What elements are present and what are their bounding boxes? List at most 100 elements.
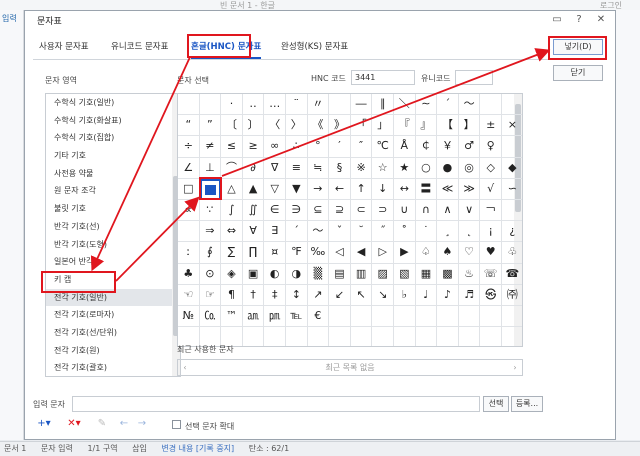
char-cell[interactable]: ¤ bbox=[264, 242, 286, 264]
char-cell[interactable] bbox=[437, 306, 459, 328]
char-cell[interactable]: ♪ bbox=[437, 284, 459, 306]
char-cell[interactable]: ♨ bbox=[458, 263, 481, 285]
char-cell[interactable]: ▽ bbox=[264, 178, 286, 200]
edit-icon[interactable]: ✎ bbox=[95, 416, 109, 432]
tab-unicode-charmap[interactable]: 유니코드 문자표 bbox=[111, 37, 168, 57]
char-cell[interactable]: ♡ bbox=[458, 242, 481, 264]
char-cell[interactable] bbox=[264, 327, 286, 346]
char-cell[interactable]: € bbox=[307, 306, 330, 328]
status-track-changes[interactable]: 변경 내용 [기록 중지] bbox=[161, 444, 234, 453]
char-cell[interactable] bbox=[351, 327, 373, 346]
char-cell[interactable] bbox=[502, 200, 522, 222]
char-cell[interactable]: 【 bbox=[437, 115, 459, 137]
char-cell[interactable]: ∼ bbox=[415, 94, 438, 116]
char-cell[interactable]: ↖ bbox=[350, 284, 373, 306]
char-cell[interactable]: ¸ bbox=[437, 221, 459, 243]
char-cell[interactable]: § bbox=[329, 157, 351, 179]
char-cell[interactable]: ▶ bbox=[394, 242, 416, 264]
char-cell[interactable]: ☆ bbox=[372, 157, 394, 179]
char-cell[interactable]: ∇ bbox=[264, 157, 286, 179]
char-cell[interactable]: ㈜ bbox=[502, 285, 522, 306]
char-cell[interactable] bbox=[178, 94, 200, 116]
char-cell[interactable]: ≫ bbox=[458, 178, 481, 200]
char-cell[interactable]: ⊃ bbox=[372, 200, 394, 222]
area-list[interactable]: 수학식 기호(일반) 수학식 기호(화살표) 수학식 기호(집합) 기타 기호 사전용 … bbox=[45, 93, 181, 377]
char-cell[interactable]: ☏ bbox=[480, 263, 502, 285]
char-cell[interactable]: △ bbox=[221, 178, 243, 200]
char-cell[interactable]: ↙ bbox=[329, 284, 351, 306]
app-input-tab[interactable]: 입력 bbox=[0, 10, 23, 28]
char-cell[interactable]: × bbox=[502, 115, 522, 137]
char-cell[interactable]: ⊂ bbox=[350, 200, 373, 222]
char-cell[interactable]: ▼ bbox=[286, 178, 308, 200]
char-cell[interactable]: ∋ bbox=[286, 200, 308, 222]
close-icon[interactable]: ✕ bbox=[593, 12, 609, 28]
char-cell[interactable]: ← bbox=[329, 178, 351, 200]
char-cell[interactable] bbox=[199, 94, 222, 116]
char-cell[interactable]: ‰ bbox=[307, 242, 330, 264]
char-cell[interactable]: ⊆ bbox=[307, 200, 330, 222]
char-cell[interactable]: ▷ bbox=[372, 242, 394, 264]
char-cell[interactable]: ▥ bbox=[350, 263, 373, 285]
char-cell[interactable]: ± bbox=[480, 115, 502, 137]
char-cell[interactable]: ◆ bbox=[502, 158, 522, 179]
char-cell[interactable]: 》 bbox=[329, 115, 351, 137]
char-cell[interactable]: ▦ bbox=[415, 263, 438, 285]
char-cell[interactable]: ♣ bbox=[178, 263, 200, 285]
char-cell[interactable] bbox=[350, 306, 373, 328]
char-cell[interactable]: ≤ bbox=[221, 136, 243, 158]
char-cell[interactable]: № bbox=[178, 306, 200, 328]
char-cell[interactable] bbox=[437, 327, 459, 346]
char-cell[interactable]: · bbox=[221, 94, 243, 116]
char-cell[interactable]: ▣ bbox=[242, 263, 265, 285]
char-cell[interactable]: ℉ bbox=[286, 242, 308, 264]
char-cell[interactable]: ∨ bbox=[458, 200, 481, 222]
char-cell[interactable]: ～ bbox=[307, 221, 330, 243]
tab-ks-charmap[interactable]: 완성형(KS) 문자표 bbox=[281, 37, 348, 57]
char-cell[interactable]: ● bbox=[437, 157, 459, 179]
enlarge-checkbox[interactable] bbox=[172, 420, 181, 429]
char-cell[interactable]: ″ bbox=[350, 136, 373, 158]
char-cell[interactable]: 《 bbox=[307, 115, 330, 137]
char-cell[interactable]: ∴ bbox=[286, 136, 308, 158]
arrow-right-icon[interactable]: → bbox=[135, 416, 149, 432]
char-cell[interactable] bbox=[178, 221, 200, 243]
char-cell[interactable]: ≥ bbox=[242, 136, 265, 158]
char-cell[interactable]: ˛ bbox=[458, 221, 481, 243]
char-cell[interactable]: ™ bbox=[221, 306, 243, 328]
char-cell[interactable]: ◎ bbox=[458, 157, 481, 179]
area-item[interactable]: 반각 기호(선) bbox=[46, 218, 180, 236]
char-cell[interactable] bbox=[243, 327, 265, 346]
char-cell[interactable]: → bbox=[307, 178, 330, 200]
unicode-field[interactable] bbox=[455, 70, 493, 85]
char-cell[interactable]: ∧ bbox=[437, 200, 459, 222]
char-cell[interactable]: ∏ bbox=[242, 242, 265, 264]
char-cell[interactable] bbox=[480, 94, 502, 116]
char-cell[interactable]: ◈ bbox=[221, 263, 243, 285]
char-cell[interactable]: ∮ bbox=[199, 242, 222, 264]
char-cell[interactable]: ≪ bbox=[437, 178, 459, 200]
char-cell[interactable]: ↘ bbox=[372, 284, 394, 306]
char-cell[interactable]: ↔ bbox=[394, 178, 416, 200]
register-button[interactable]: 등록... bbox=[511, 396, 543, 412]
char-cell[interactable]: ￥ bbox=[437, 136, 459, 158]
character-grid[interactable]: ·‥…¨〃­―∥＼∼´～“”〔〕〈〉《》「」『』【】±×÷≠≤≥∞∴°′″℃Å￠… bbox=[177, 93, 523, 347]
char-cell[interactable]: ´ bbox=[437, 94, 459, 116]
char-cell[interactable]: ∫ bbox=[221, 200, 243, 222]
char-cell[interactable]: ℡ bbox=[286, 306, 308, 328]
char-cell[interactable]: ↓ bbox=[372, 178, 394, 200]
recent-prev-icon[interactable]: ‹ bbox=[180, 360, 190, 375]
char-cell[interactable]: 〔 bbox=[221, 115, 243, 137]
char-cell[interactable]: ◁ bbox=[329, 242, 351, 264]
area-item[interactable]: 전각 기호(로마자) bbox=[46, 306, 180, 324]
char-cell[interactable]: ☜ bbox=[178, 284, 200, 306]
area-item[interactable]: 전각 기호(괄호) bbox=[46, 359, 180, 376]
char-cell[interactable]: ∽ bbox=[502, 179, 522, 200]
char-cell[interactable]: ÷ bbox=[178, 136, 200, 158]
char-cell[interactable]: ≒ bbox=[307, 157, 330, 179]
char-cell[interactable]: ♠ bbox=[437, 242, 459, 264]
char-cell[interactable]: ­ bbox=[329, 94, 351, 116]
char-cell[interactable]: ♤ bbox=[415, 242, 438, 264]
char-cell[interactable] bbox=[394, 327, 416, 346]
char-cell[interactable]: ↗ bbox=[307, 284, 330, 306]
